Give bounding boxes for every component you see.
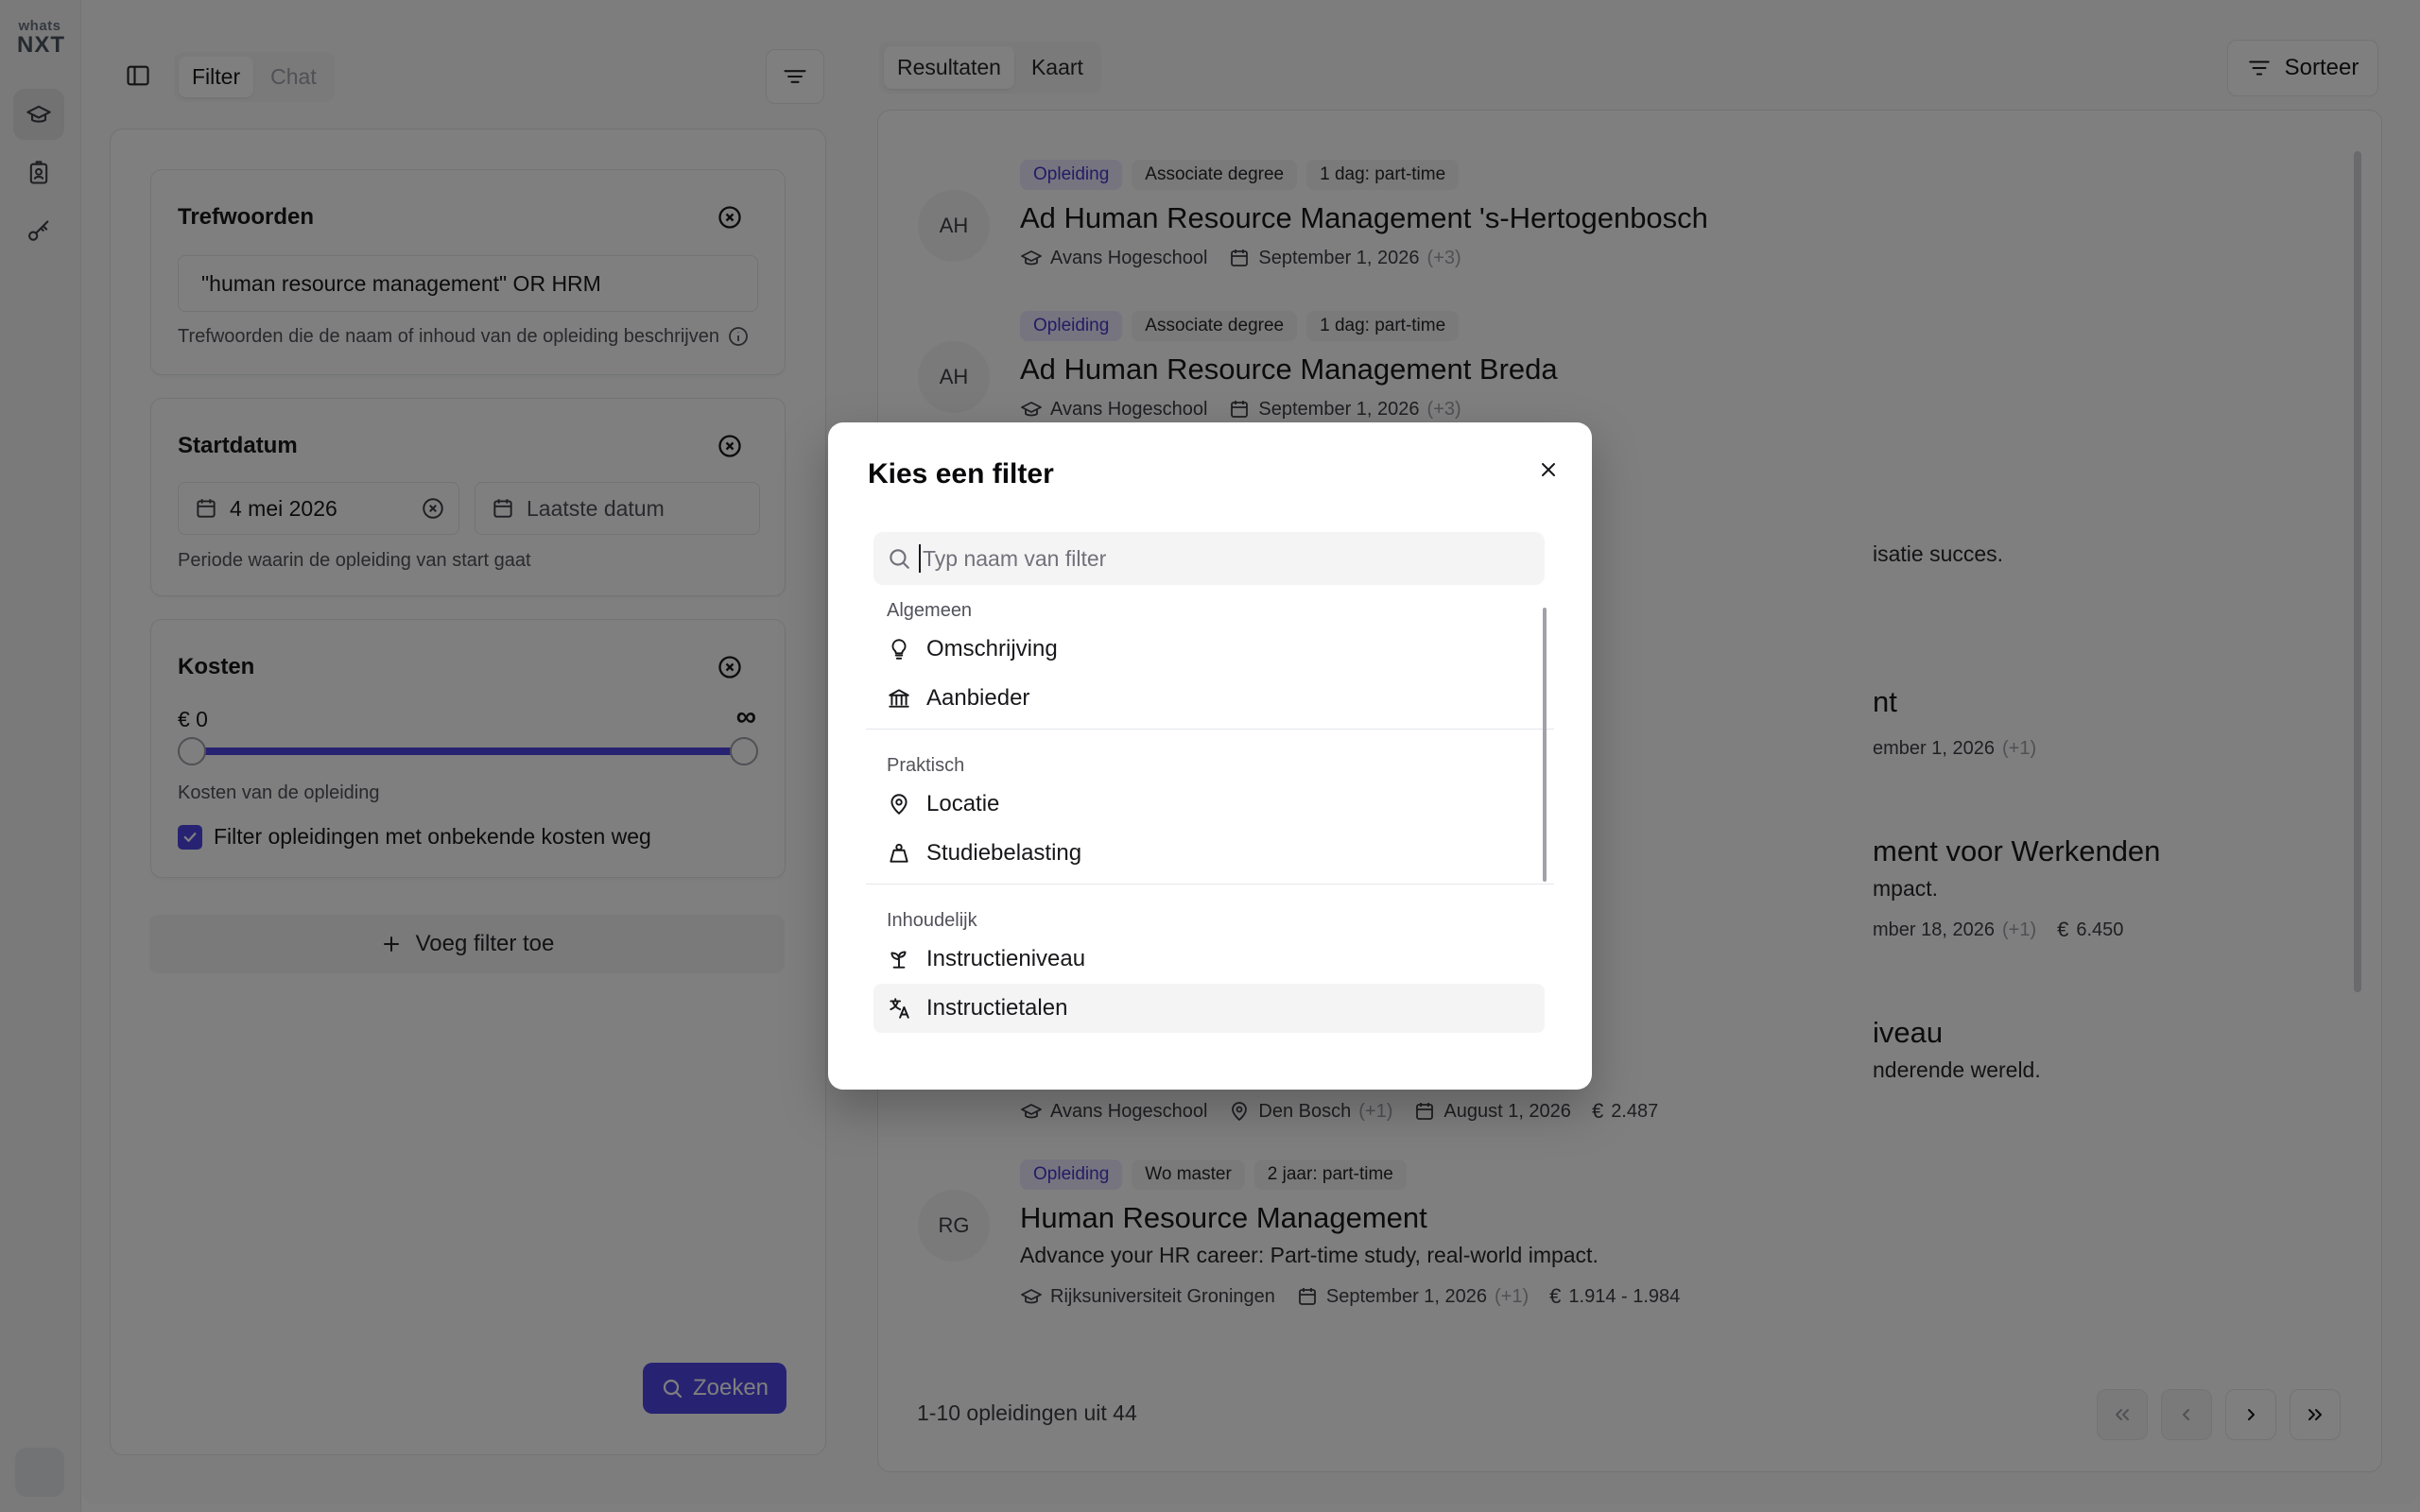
group-label-algemeen: Algemeen — [887, 600, 973, 621]
option-label: Aanbieder — [926, 685, 1030, 711]
group-label-inhoudelijk: Inhoudelijk — [887, 910, 977, 931]
languages-icon — [890, 998, 909, 1019]
search-icon — [890, 549, 909, 569]
sprout-icon — [890, 951, 907, 969]
close-dialog-button[interactable] — [1533, 455, 1564, 485]
group-divider — [866, 884, 1554, 885]
dialog-title: Kies een filter — [868, 458, 1054, 490]
option-label: Locatie — [926, 791, 1000, 816]
filter-search-field[interactable] — [873, 532, 1545, 585]
filter-options-list: Algemeen Omschrijving Aanbieder Praktisc… — [866, 593, 1554, 1065]
bank-icon — [889, 689, 909, 708]
option-label: Instructietalen — [926, 995, 1068, 1021]
text-caret — [919, 544, 921, 573]
filter-option-studiebelasting[interactable]: Studiebelasting — [873, 829, 1545, 878]
filter-option-instructietalen[interactable]: Instructietalen — [873, 984, 1545, 1033]
filter-option-instructieniveau[interactable]: Instructieniveau — [873, 935, 1545, 984]
option-label: Instructieniveau — [926, 946, 1086, 971]
filter-option-omschrijving[interactable]: Omschrijving — [873, 625, 1545, 674]
filter-option-aanbieder[interactable]: Aanbieder — [873, 674, 1545, 723]
group-divider — [866, 729, 1554, 730]
option-label: Omschrijving — [926, 636, 1058, 662]
weight-icon — [890, 843, 908, 863]
choose-filter-dialog: Kies een filter Algemeen Omschrijving Aa… — [828, 422, 1592, 1090]
filter-option-locatie[interactable]: Locatie — [873, 780, 1545, 829]
map-pin-icon — [890, 794, 908, 816]
group-label-praktisch: Praktisch — [887, 755, 965, 776]
lightbulb-icon — [891, 639, 907, 660]
filter-search-input[interactable] — [923, 545, 1490, 572]
close-icon — [1542, 463, 1555, 476]
options-scrollbar[interactable] — [1543, 608, 1547, 882]
option-label: Studiebelasting — [926, 840, 1082, 866]
